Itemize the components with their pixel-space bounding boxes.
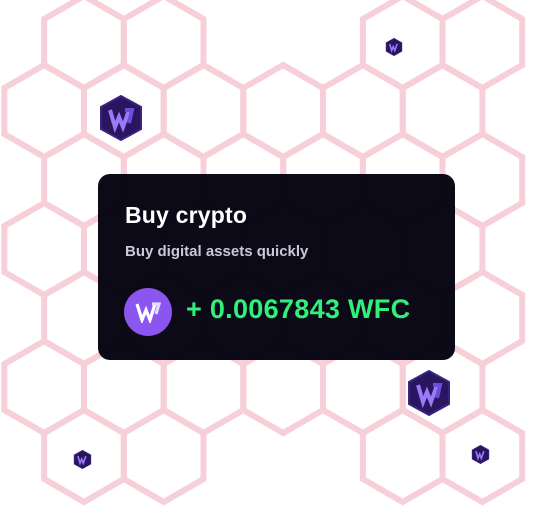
wfc-coin-icon-small-bottom-right — [471, 444, 490, 465]
wfc-coin-icon-large-top-left — [98, 94, 144, 142]
wfc-coin-icon-small-bottom-left — [73, 449, 92, 470]
buy-crypto-card[interactable]: Buy crypto Buy digital assets quickly + … — [98, 174, 455, 360]
wfc-coin-icon-large-bottom-right — [406, 369, 452, 417]
hexagon-cell — [359, 406, 446, 506]
token-amount: + 0.0067843 WFC — [186, 294, 411, 324]
wfc-logo-icon — [124, 288, 172, 336]
card-title: Buy crypto — [125, 202, 248, 228]
hexagon-cell — [120, 406, 207, 506]
card-subtitle: Buy digital assets quickly — [125, 243, 309, 260]
wfc-coin-icon-small-top-right — [385, 37, 403, 57]
